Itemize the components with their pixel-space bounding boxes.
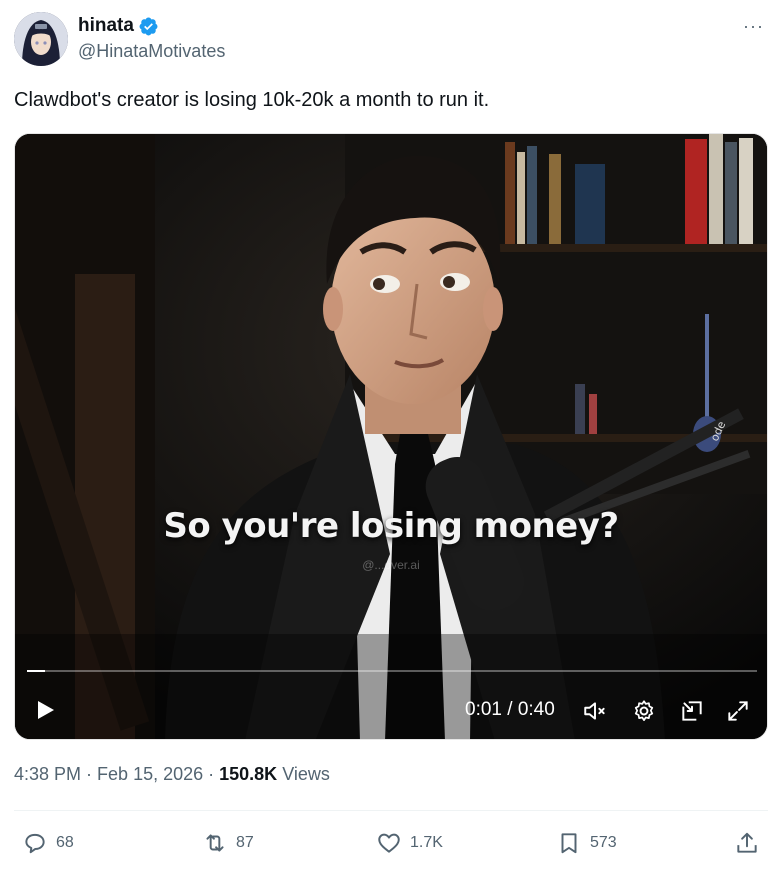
action-bar: 68 87 1.7K 573 (14, 826, 768, 862)
author-handle[interactable]: @HinataMotivates (78, 38, 225, 64)
video-player[interactable]: ode So you're losing money? @...over.ai … (14, 133, 768, 740)
repost-button[interactable]: 87 (202, 830, 254, 856)
like-count: 1.7K (410, 834, 443, 851)
tweet-text: Clawdbot's creator is losing 10k-20k a m… (14, 89, 490, 111)
meta-separator: · (203, 764, 220, 784)
mute-icon[interactable] (582, 698, 608, 724)
video-controls: 0:01 / 0:40 (15, 690, 767, 730)
bookmark-count: 573 (590, 834, 617, 851)
tweet-date[interactable]: Feb 15, 2026 (97, 764, 203, 784)
heart-icon (378, 833, 400, 853)
share-button[interactable] (734, 830, 760, 856)
video-progress-bar[interactable] (27, 670, 757, 672)
repost-icon (206, 834, 224, 852)
author-names: hinata @HinataMotivates (78, 14, 225, 64)
tweet-time[interactable]: 4:38 PM (14, 764, 81, 784)
like-button[interactable]: 1.7K (376, 830, 443, 856)
settings-gear-icon[interactable] (631, 698, 657, 724)
share-icon (737, 832, 757, 853)
video-time-display: 0:01 / 0:40 (465, 699, 555, 720)
video-frame: ode (15, 134, 767, 739)
fullscreen-icon[interactable] (725, 698, 751, 724)
views-count: 150.8K (219, 764, 278, 784)
author-display-name-row[interactable]: hinata (78, 14, 225, 38)
repost-count: 87 (236, 834, 254, 851)
reply-button[interactable]: 68 (22, 830, 74, 856)
views-label: Views (282, 764, 330, 784)
video-watermark: @...over.ai (362, 558, 420, 572)
more-options-icon[interactable]: ··· (743, 16, 764, 37)
reply-count: 68 (56, 834, 74, 851)
video-progress-fill (27, 670, 46, 672)
meta-separator: · (81, 764, 98, 784)
verified-badge-icon (139, 17, 158, 35)
bookmark-button[interactable]: 573 (556, 830, 617, 856)
divider (14, 810, 768, 811)
bookmark-icon (561, 833, 577, 854)
reply-icon (25, 833, 45, 854)
tweet-header: hinata @HinataMotivates ··· (14, 12, 764, 68)
picture-in-picture-icon[interactable] (679, 698, 705, 724)
video-caption: So you're losing money? (163, 506, 619, 546)
tweet-meta: 4:38 PM · Feb 15, 2026 · 150.8K Views (14, 764, 330, 785)
author-display-name[interactable]: hinata (78, 14, 134, 38)
play-icon[interactable] (33, 698, 57, 722)
avatar[interactable] (14, 12, 68, 66)
